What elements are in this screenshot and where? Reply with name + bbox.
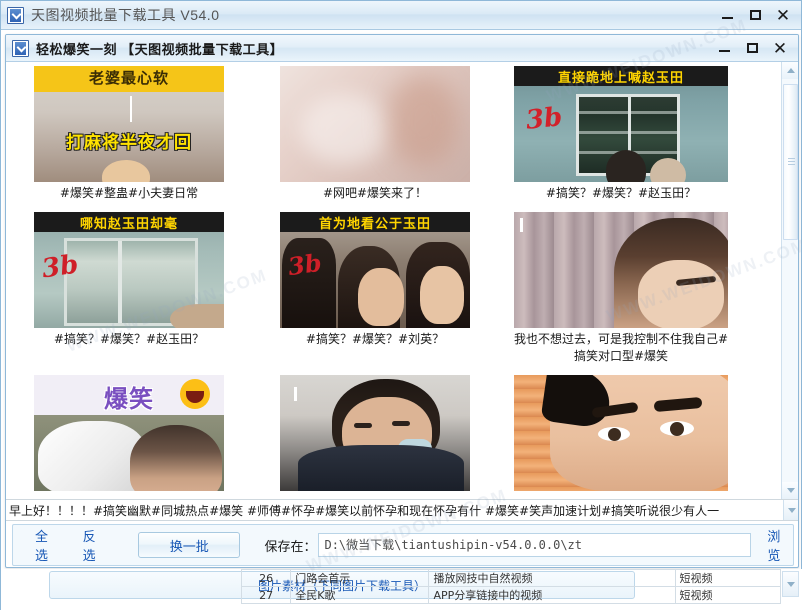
thumbnail-banner-text: 首为地看公于玉田: [318, 217, 431, 232]
video-caption: [17, 491, 241, 499]
table-cell-type: 短视频: [674, 586, 782, 604]
emoji-icon: [180, 379, 210, 409]
application-window: 天图视频批量下载工具 V54.0 ✕ 轻松爆笑一刻 【天图视频批量下载工具】 ✕: [0, 0, 802, 611]
video-cell[interactable]: [263, 375, 487, 499]
video-grid: 老婆最心软 打麻将半夜才回 #爆笑#整蛊#小夫妻日常 #网吧#爆笑来了！ 3b …: [6, 62, 778, 499]
grid-row: 爆笑: [6, 375, 778, 499]
video-caption: [509, 491, 733, 499]
video-cell[interactable]: 爆笑: [17, 375, 241, 499]
table-cell-index: 27: [240, 586, 292, 604]
grid-row: 老婆最心软 打麻将半夜才回 #爆笑#整蛊#小夫妻日常 #网吧#爆笑来了！ 3b …: [6, 66, 778, 212]
video-cell[interactable]: 3b 哪知赵玉田却毫 #搞笑？#爆笑？#赵玉田？: [17, 212, 241, 375]
graffiti-mark: 3b: [524, 102, 564, 136]
video-caption: #搞笑？#爆笑？#赵玉田？: [545, 186, 697, 200]
graffiti-mark: 3b: [40, 249, 81, 285]
scrollbar-thumb[interactable]: [783, 84, 798, 240]
video-cell[interactable]: #网吧#爆笑来了！: [263, 66, 487, 212]
table-row[interactable]: 27 全民K歌 APP分享链接中的视频 短视频: [240, 586, 782, 604]
video-thumbnail[interactable]: 3b 首为地看公于玉田: [280, 212, 470, 328]
app-title: 天图视频批量下载工具 V54.0: [31, 7, 220, 23]
video-thumbnail[interactable]: 爆笑: [34, 375, 224, 491]
select-all-button[interactable]: 全选: [35, 526, 61, 564]
table-cell-name: 全民K歌: [290, 586, 430, 604]
dialog-title: 轻松爆笑一刻 【天图视频批量下载工具】: [36, 41, 284, 57]
video-cell[interactable]: 3b 首为地看公于玉田 #搞笑？#爆笑？#刘英？: [263, 212, 487, 375]
video-cell[interactable]: 老婆最心软 打麻将半夜才回 #爆笑#整蛊#小夫妻日常: [17, 66, 241, 212]
dialog-maximize-button[interactable]: [738, 37, 766, 59]
video-caption: #搞笑？#爆笑？#刘英？: [305, 332, 445, 346]
video-caption: #爆笑#整蛊#小夫妻日常: [59, 186, 199, 200]
table-cell-type: 短视频: [674, 569, 782, 587]
dialog-minimize-button[interactable]: [710, 37, 738, 59]
main-titlebar: 天图视频批量下载工具 V54.0 ✕: [1, 1, 801, 30]
chevron-down-icon[interactable]: [782, 482, 798, 499]
table-cell-desc: APP分享链接中的视频: [428, 586, 676, 604]
dialog-close-button[interactable]: ✕: [766, 37, 794, 59]
dialog-titlebar: 轻松爆笑一刻 【天图视频批量下载工具】 ✕: [6, 35, 798, 62]
main-window-controls: ✕: [713, 1, 797, 29]
title-ticker-row: 早上好！！！！#搞笑幽默#同城热点#爆笑 #师傅#怀孕#爆笑以前怀孕和现在怀孕有…: [6, 499, 798, 521]
save-path-label: 保存在：: [264, 539, 317, 555]
grid-scrollbar[interactable]: [781, 62, 798, 499]
video-thumbnail[interactable]: [280, 66, 470, 182]
save-path-input[interactable]: D:\微当下载\tiantushipin-v54.0.0.0\zt: [318, 533, 752, 557]
browse-button[interactable]: 浏览: [767, 526, 793, 564]
video-thumbnail[interactable]: 3b 哪知赵玉田却毫: [34, 212, 224, 328]
chevron-up-icon[interactable]: [782, 62, 798, 79]
download-arrow-icon: [12, 39, 29, 57]
grid-row: 3b 哪知赵玉田却毫 #搞笑？#爆笑？#赵玉田？ 3b 首为地看公于玉田 #搞笑…: [6, 212, 778, 375]
video-thumbnail[interactable]: [514, 375, 728, 491]
thumbnail-banner-text: 哪知赵玉田却毫: [79, 217, 178, 232]
invert-selection-button[interactable]: 反选: [83, 526, 109, 564]
video-thumbnail[interactable]: 老婆最心软 打麻将半夜才回: [34, 66, 224, 182]
table-cell-name: 门路会首示: [290, 569, 430, 587]
ticker-text: 早上好！！！！#搞笑幽默#同城热点#爆笑 #师傅#怀孕#爆笑以前怀孕和现在怀孕有…: [9, 503, 720, 518]
video-caption: [263, 491, 487, 499]
minimize-button[interactable]: [713, 4, 741, 26]
video-cell[interactable]: [509, 375, 733, 499]
video-thumbnail[interactable]: [514, 212, 728, 328]
maximize-button[interactable]: [741, 4, 769, 26]
refresh-batch-button[interactable]: 换一批: [138, 532, 241, 558]
thumbnail-banner-text: 直接跪地上喊赵玉田: [557, 71, 684, 86]
dialog-window-controls: ✕: [710, 35, 794, 61]
video-caption: #网吧#爆笑来了！: [322, 186, 428, 200]
table-cell-index: 26: [240, 569, 292, 587]
table-row[interactable]: 26 门路会首示 播放网技中自然视频 短视频: [240, 569, 782, 587]
video-list-dialog: 轻松爆笑一刻 【天图视频批量下载工具】 ✕ 老婆最心软 打麻将半夜才回 #爆笑#…: [5, 34, 799, 568]
chevron-down-icon[interactable]: [783, 500, 798, 520]
video-thumbnail[interactable]: [280, 375, 470, 491]
table-cell-desc: 播放网技中自然视频: [428, 569, 676, 587]
thumbnail-overlay-text: 打麻将半夜才回: [66, 133, 192, 153]
video-caption: #搞笑？#爆笑？#赵玉田？: [53, 332, 205, 346]
chevron-down-icon[interactable]: [782, 571, 799, 597]
video-caption: 我也不想过去，可是我控制不住我自己#搞笑对口型#爆笑: [513, 332, 729, 363]
background-window-content: 图片素材（下同图片下载工具） 26 门路会首示 播放网技中自然视频 短视频 27…: [1, 569, 802, 611]
video-cell[interactable]: 我也不想过去，可是我控制不住我自己#搞笑对口型#爆笑: [509, 212, 733, 375]
graffiti-mark: 3b: [286, 247, 324, 282]
thumbnail-banner-text: 老婆最心软: [88, 69, 169, 87]
close-button[interactable]: ✕: [769, 4, 797, 26]
video-cell[interactable]: 3b 直接跪地上喊赵玉田 #搞笑？#爆笑？#赵玉田？: [509, 66, 733, 212]
download-arrow-icon: [7, 6, 24, 24]
background-source-table: 26 门路会首示 播放网技中自然视频 短视频 27 全民K歌 APP分享链接中的…: [240, 569, 782, 604]
video-thumbnail[interactable]: 3b 直接跪地上喊赵玉田: [514, 66, 728, 182]
video-grid-scroll-area[interactable]: 老婆最心软 打麻将半夜才回 #爆笑#整蛊#小夫妻日常 #网吧#爆笑来了！ 3b …: [6, 62, 798, 499]
dialog-controls-bar: 全选 反选 换一批 保存在： D:\微当下载\tiantushipin-v54.…: [12, 524, 794, 566]
